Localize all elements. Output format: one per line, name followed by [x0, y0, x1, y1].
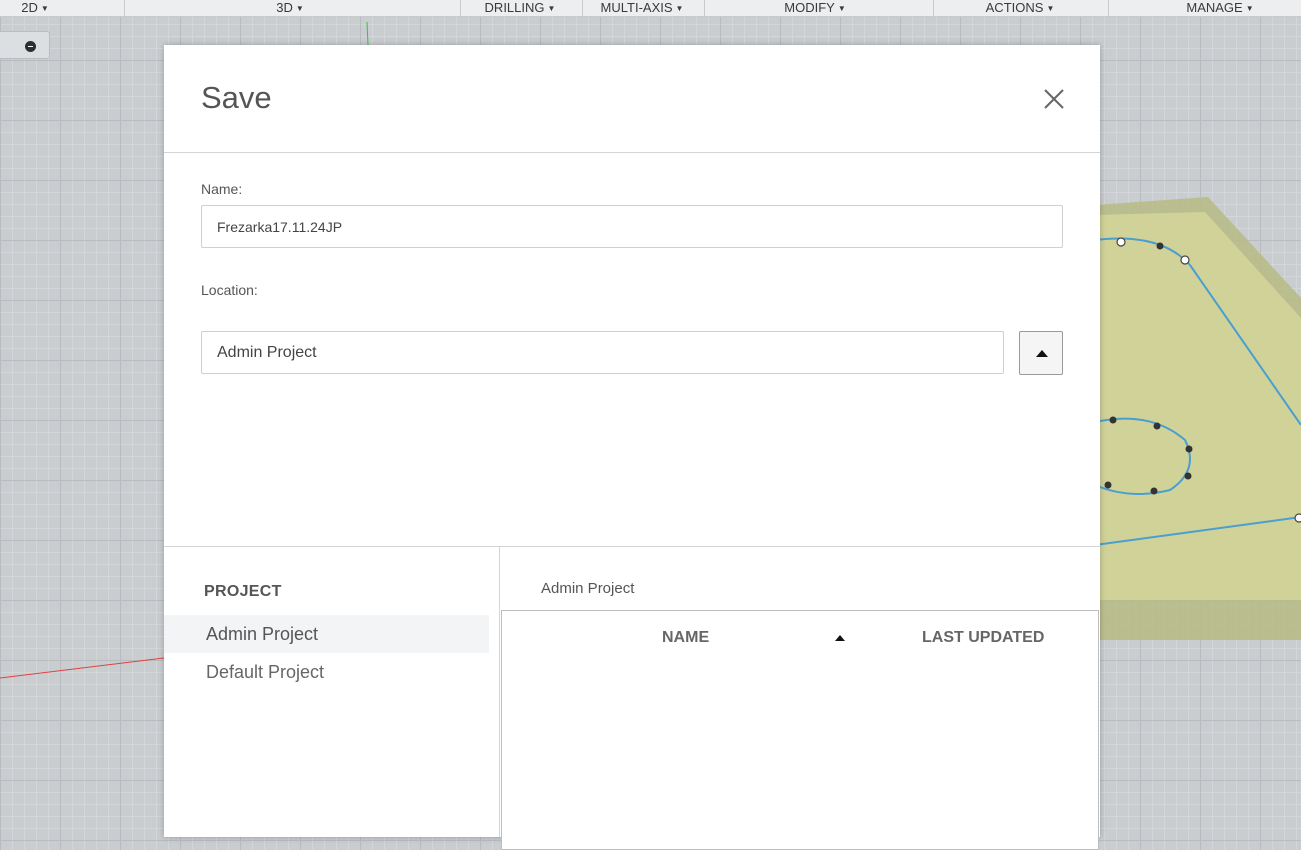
toolbar-multi-axis-label: MULTI-AXIS [601, 0, 673, 15]
toolbar-actions-menu[interactable]: ACTIONS▼ [970, 0, 1070, 16]
toolbar-separator [582, 0, 583, 16]
toolbar-2d-menu[interactable]: 2D▼ [0, 0, 70, 16]
toolbar-separator [1108, 0, 1109, 16]
toolbar-separator [460, 0, 461, 16]
toolbar-manage-label: MANAGE [1186, 0, 1242, 15]
toolbar: 2D▼ 3D▼ DRILLING▼ MULTI-AXIS▼ MODIFY▼ AC… [0, 0, 1301, 17]
column-header-name[interactable]: NAME [662, 629, 709, 647]
view-home-button[interactable] [0, 31, 50, 59]
toolbar-3d-menu[interactable]: 3D▼ [255, 0, 325, 16]
dropdown-caret-icon: ▼ [1246, 4, 1254, 13]
toolbar-separator [933, 0, 934, 16]
sort-ascending-icon[interactable] [835, 635, 845, 641]
folder-browser: Admin Project NAME LAST UPDATED [500, 547, 1100, 837]
toolbar-actions-label: ACTIONS [986, 0, 1044, 15]
toolbar-drilling-menu[interactable]: DRILLING▼ [475, 0, 565, 16]
project-list: PROJECT Admin Project Default Project [164, 547, 499, 837]
dropdown-caret-icon: ▼ [548, 4, 556, 13]
location-collapse-button[interactable] [1019, 331, 1063, 375]
breadcrumb[interactable]: Admin Project [541, 580, 634, 597]
name-label: Name: [201, 181, 242, 197]
column-header-last-updated[interactable]: LAST UPDATED [922, 629, 1044, 647]
name-input[interactable] [201, 205, 1063, 248]
toolbar-3d-label: 3D [276, 0, 293, 15]
toolbar-modify-label: MODIFY [784, 0, 835, 15]
toolbar-manage-menu[interactable]: MANAGE ▼ [1170, 0, 1270, 16]
dropdown-caret-icon: ▼ [838, 4, 846, 13]
file-table: NAME LAST UPDATED [501, 610, 1099, 850]
dropdown-caret-icon: ▼ [676, 4, 684, 13]
dropdown-caret-icon: ▼ [41, 4, 49, 13]
location-input[interactable] [201, 331, 1004, 374]
y-axis-line [367, 22, 368, 45]
dropdown-caret-icon: ▼ [296, 4, 304, 13]
toolbar-drilling-label: DRILLING [485, 0, 545, 15]
project-heading: PROJECT [204, 583, 282, 601]
close-icon [1040, 85, 1068, 113]
dialog-title: Save [201, 80, 272, 116]
close-button[interactable] [1040, 85, 1068, 113]
toolbar-multi-axis-menu[interactable]: MULTI-AXIS▼ [592, 0, 692, 16]
toolbar-separator [704, 0, 705, 16]
toolbar-2d-label: 2D [21, 0, 38, 15]
view-home-icon [25, 41, 36, 52]
dropdown-caret-icon: ▼ [1046, 4, 1054, 13]
project-item-admin-project[interactable]: Admin Project [164, 615, 489, 653]
toolbar-modify-menu[interactable]: MODIFY▼ [770, 0, 860, 16]
toolbar-separator [124, 0, 125, 16]
x-axis-line [0, 658, 164, 678]
header-divider [164, 152, 1100, 153]
save-dialog: Save Name: Location: PROJECT Admin Proje… [164, 45, 1100, 837]
location-label: Location: [201, 282, 258, 298]
collapse-caret-icon [1036, 350, 1048, 357]
project-item-default-project[interactable]: Default Project [164, 653, 489, 691]
